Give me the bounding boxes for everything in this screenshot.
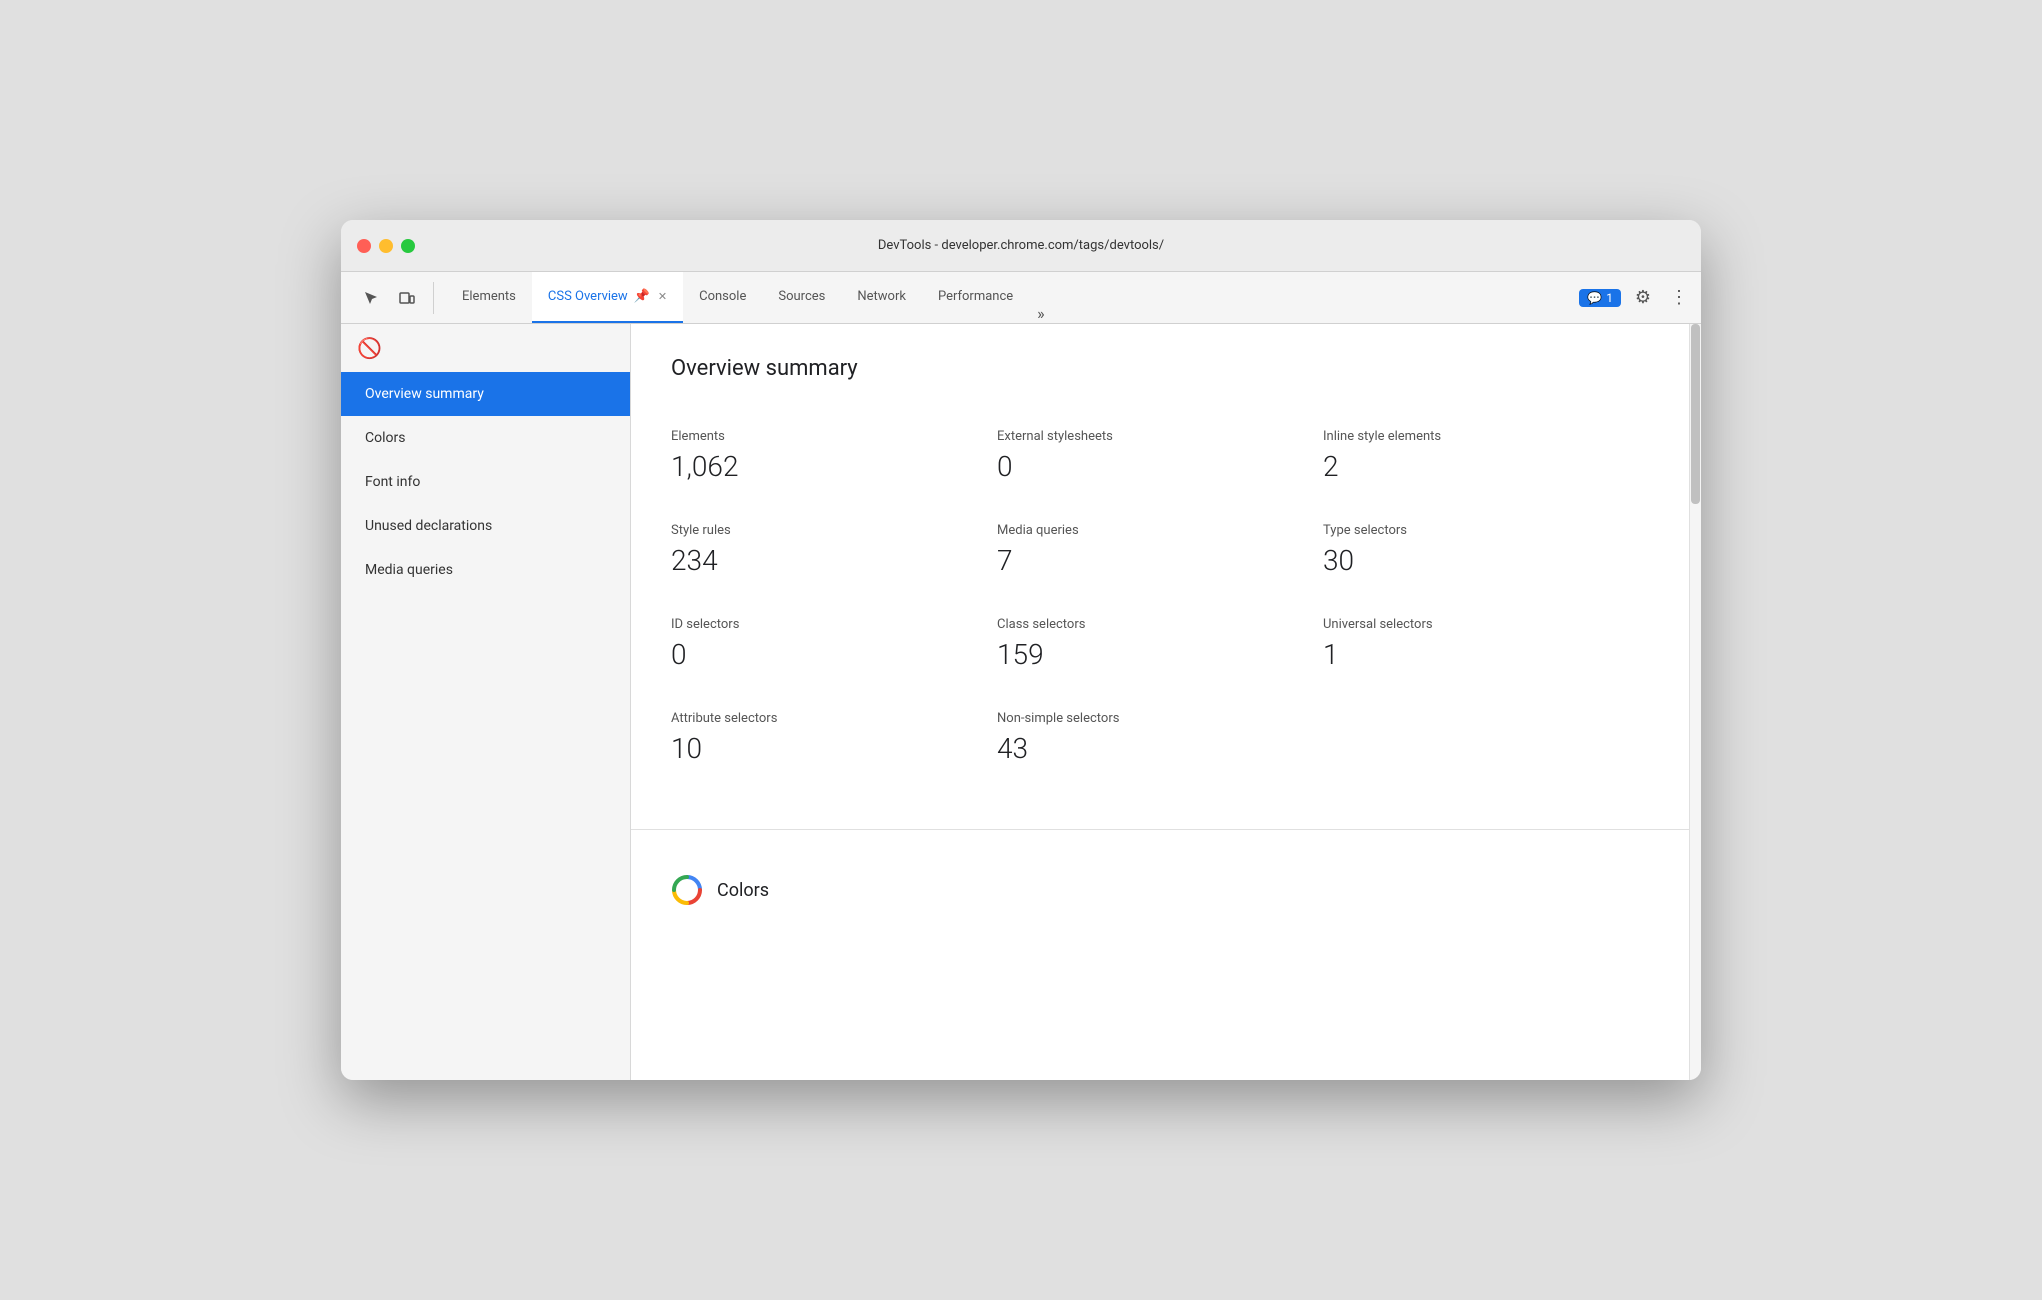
chat-badge[interactable]: 💬 1 bbox=[1579, 289, 1621, 307]
sidebar-item-media-queries[interactable]: Media queries bbox=[341, 548, 630, 592]
stat-value-id-selectors: 0 bbox=[671, 638, 997, 671]
title-bar: DevTools - developer.chrome.com/tags/dev… bbox=[341, 220, 1701, 272]
stat-inline-style-elements: Inline style elements 2 bbox=[1323, 413, 1649, 507]
colors-section: Colors bbox=[631, 854, 1689, 926]
page-title: Overview summary bbox=[671, 356, 1649, 381]
close-button[interactable] bbox=[357, 239, 371, 253]
stat-label-inline-style-elements: Inline style elements bbox=[1323, 429, 1649, 444]
stat-label-id-selectors: ID selectors bbox=[671, 617, 997, 632]
sidebar-top: 🚫 bbox=[341, 324, 630, 372]
stat-label-attribute-selectors: Attribute selectors bbox=[671, 711, 997, 726]
main-content: 🚫 Overview summary Colors Font info Unus… bbox=[341, 324, 1701, 1080]
tab-bar-right: 💬 1 ⚙ ⋮ bbox=[1579, 284, 1693, 312]
section-divider bbox=[631, 829, 1689, 830]
more-tabs-button[interactable]: » bbox=[1029, 304, 1053, 323]
stat-value-universal-selectors: 1 bbox=[1323, 638, 1649, 671]
cursor-icon[interactable] bbox=[357, 284, 385, 312]
window-title: DevTools - developer.chrome.com/tags/dev… bbox=[878, 238, 1164, 253]
settings-button[interactable]: ⚙ bbox=[1629, 284, 1657, 312]
stat-label-class-selectors: Class selectors bbox=[997, 617, 1323, 632]
stat-external-stylesheets: External stylesheets 0 bbox=[997, 413, 1323, 507]
stat-value-class-selectors: 159 bbox=[997, 638, 1323, 671]
stat-value-elements: 1,062 bbox=[671, 450, 997, 483]
stat-label-type-selectors: Type selectors bbox=[1323, 523, 1649, 538]
tab-css-overview[interactable]: CSS Overview 📌 ✕ bbox=[532, 272, 683, 323]
content-inner: Overview summary Elements 1,062 External… bbox=[631, 324, 1689, 821]
colors-section-title: Colors bbox=[717, 880, 769, 901]
stat-style-rules: Style rules 234 bbox=[671, 507, 997, 601]
tab-divider bbox=[433, 282, 434, 314]
sidebar: 🚫 Overview summary Colors Font info Unus… bbox=[341, 324, 631, 1080]
sidebar-item-colors[interactable]: Colors bbox=[341, 416, 630, 460]
stat-value-non-simple-selectors: 43 bbox=[997, 732, 1323, 765]
devtools-icons bbox=[349, 282, 446, 314]
traffic-lights bbox=[357, 239, 415, 253]
google-ring-icon bbox=[671, 874, 703, 906]
stat-label-style-rules: Style rules bbox=[671, 523, 997, 538]
stat-id-selectors: ID selectors 0 bbox=[671, 601, 997, 695]
tab-sources[interactable]: Sources bbox=[762, 272, 841, 323]
stat-value-inline-style-elements: 2 bbox=[1323, 450, 1649, 483]
stat-class-selectors: Class selectors 159 bbox=[997, 601, 1323, 695]
stat-value-external-stylesheets: 0 bbox=[997, 450, 1323, 483]
stat-value-attribute-selectors: 10 bbox=[671, 732, 997, 765]
tab-bar: Elements CSS Overview 📌 ✕ Console Source… bbox=[341, 272, 1701, 324]
pin-icon: 📌 bbox=[634, 289, 650, 304]
minimize-button[interactable] bbox=[379, 239, 393, 253]
stat-label-media-queries: Media queries bbox=[997, 523, 1323, 538]
chat-count: 1 bbox=[1606, 291, 1613, 305]
sidebar-item-font-info[interactable]: Font info bbox=[341, 460, 630, 504]
tab-close-icon[interactable]: ✕ bbox=[658, 290, 667, 303]
scrollbar[interactable] bbox=[1689, 324, 1701, 1080]
stats-grid: Elements 1,062 External stylesheets 0 In… bbox=[671, 413, 1649, 789]
tab-elements[interactable]: Elements bbox=[446, 272, 532, 323]
tab-performance[interactable]: Performance bbox=[922, 272, 1029, 323]
content-area: Overview summary Elements 1,062 External… bbox=[631, 324, 1689, 1080]
stat-attribute-selectors: Attribute selectors 10 bbox=[671, 695, 997, 789]
stat-label-universal-selectors: Universal selectors bbox=[1323, 617, 1649, 632]
stat-value-media-queries: 7 bbox=[997, 544, 1323, 577]
devtools-window: DevTools - developer.chrome.com/tags/dev… bbox=[341, 220, 1701, 1080]
block-icon: 🚫 bbox=[357, 336, 382, 360]
stat-value-style-rules: 234 bbox=[671, 544, 997, 577]
stat-label-elements: Elements bbox=[671, 429, 997, 444]
stat-non-simple-selectors: Non-simple selectors 43 bbox=[997, 695, 1323, 789]
stat-placeholder bbox=[1323, 695, 1649, 789]
stat-label-external-stylesheets: External stylesheets bbox=[997, 429, 1323, 444]
sidebar-item-unused-declarations[interactable]: Unused declarations bbox=[341, 504, 630, 548]
tab-network[interactable]: Network bbox=[841, 272, 922, 323]
stat-media-queries: Media queries 7 bbox=[997, 507, 1323, 601]
chat-icon: 💬 bbox=[1587, 291, 1602, 305]
device-toggle-icon[interactable] bbox=[393, 284, 421, 312]
tabs-list: Elements CSS Overview 📌 ✕ Console Source… bbox=[446, 272, 1053, 323]
tab-console[interactable]: Console bbox=[683, 272, 762, 323]
more-options-button[interactable]: ⋮ bbox=[1665, 284, 1693, 312]
stat-label-non-simple-selectors: Non-simple selectors bbox=[997, 711, 1323, 726]
stat-elements: Elements 1,062 bbox=[671, 413, 997, 507]
stat-universal-selectors: Universal selectors 1 bbox=[1323, 601, 1649, 695]
stat-type-selectors: Type selectors 30 bbox=[1323, 507, 1649, 601]
stat-value-type-selectors: 30 bbox=[1323, 544, 1649, 577]
sidebar-item-overview-summary[interactable]: Overview summary bbox=[341, 372, 630, 416]
maximize-button[interactable] bbox=[401, 239, 415, 253]
